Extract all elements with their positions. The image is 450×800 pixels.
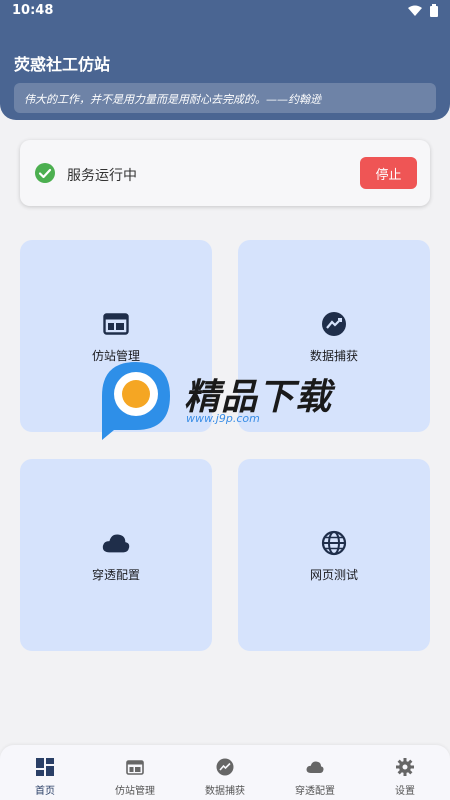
bottom-navigation: 首页 仿站管理 数据捕获 穿透配置 设置	[0, 745, 450, 800]
cloud-icon	[306, 758, 324, 776]
check-circle-icon	[35, 163, 55, 183]
nav-item-home[interactable]: 首页	[0, 745, 90, 800]
nav-item-settings[interactable]: 设置	[360, 745, 450, 800]
stop-button[interactable]: 停止	[360, 157, 417, 189]
nav-item-data-capture[interactable]: 数据捕获	[180, 745, 270, 800]
watermark-url: www.j9p.com	[186, 412, 260, 425]
globe-icon	[320, 529, 348, 557]
status-time: 10:48	[12, 3, 54, 18]
status-icons	[408, 4, 438, 17]
service-status-text: 服务运行中	[67, 168, 137, 184]
quote-box: 伟大的工作，并不是用力量而是用耐心去完成的。——约翰逊	[14, 83, 436, 113]
service-status-card: 服务运行中 停止	[20, 140, 430, 206]
tile-penetration-config[interactable]: 穿透配置	[20, 459, 212, 651]
tile-label: 网页测试	[309, 568, 358, 582]
chart-capture-icon	[320, 310, 348, 338]
nav-label: 首页	[35, 786, 55, 797]
gear-icon	[396, 758, 414, 776]
app-header: 10:48 荧惑社工仿站 伟大的工作，并不是用力量而是用耐心去完成的。——约翰逊	[0, 0, 450, 120]
tile-label: 穿透配置	[91, 568, 140, 582]
watermark-logo-icon	[102, 362, 170, 440]
nav-label: 仿站管理	[115, 786, 155, 797]
app-title: 荧惑社工仿站	[14, 55, 111, 74]
nav-label: 数据捕获	[205, 786, 245, 797]
web-window-icon	[126, 758, 144, 776]
battery-icon	[430, 4, 438, 17]
tile-web-test[interactable]: 网页测试	[238, 459, 430, 651]
chart-capture-icon	[216, 758, 234, 776]
cloud-icon	[102, 529, 130, 557]
web-window-icon	[102, 310, 130, 338]
dashboard-icon	[36, 758, 54, 776]
nav-item-site-management[interactable]: 仿站管理	[90, 745, 180, 800]
nav-label: 穿透配置	[295, 786, 335, 797]
wifi-icon	[408, 5, 422, 16]
watermark: 精品下载 www.j9p.com	[96, 356, 356, 446]
nav-label: 设置	[395, 786, 415, 797]
status-bar: 10:48	[0, 0, 450, 22]
nav-item-penetration-config[interactable]: 穿透配置	[270, 745, 360, 800]
